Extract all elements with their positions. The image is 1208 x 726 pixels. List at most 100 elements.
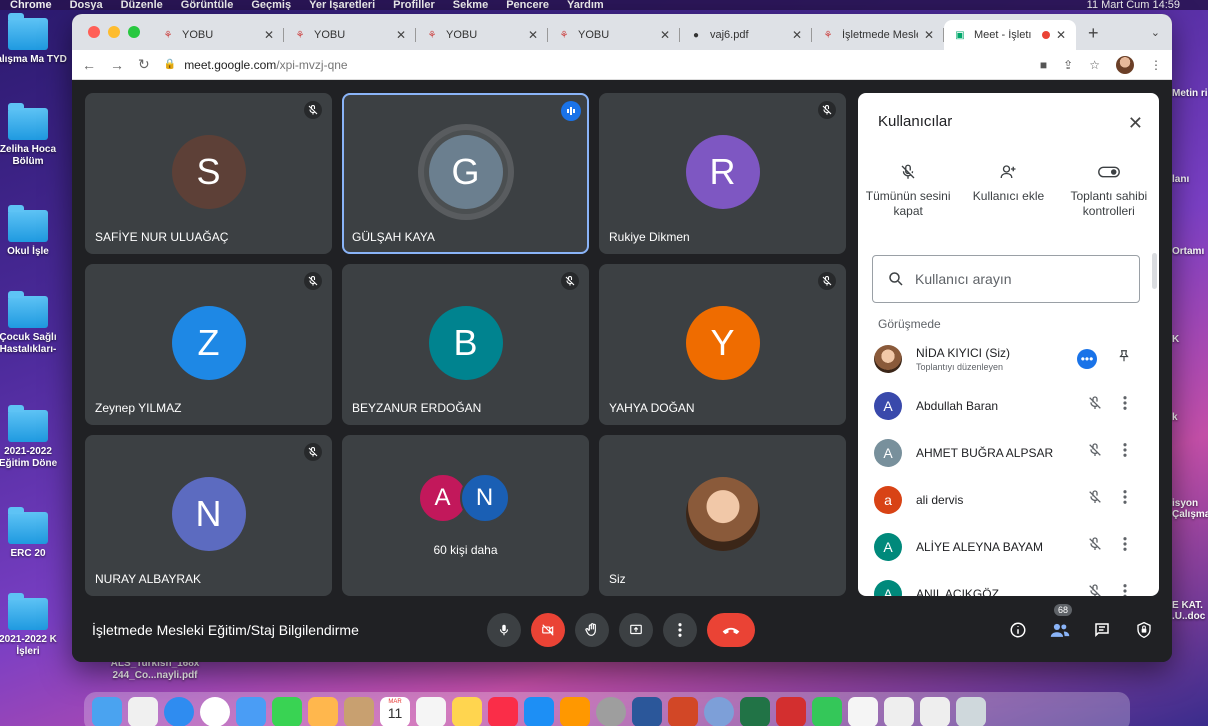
participant-list-item[interactable]: a ali dervis [858, 476, 1159, 523]
menubar-item[interactable]: Geçmiş [251, 0, 291, 10]
meeting-info-button[interactable] [1008, 620, 1028, 640]
forward-arrow-icon[interactable]: → [110, 57, 124, 73]
lock-icon[interactable]: 🔒 [164, 59, 176, 70]
participant-tile[interactable]: Z Zeynep YILMAZ [85, 264, 332, 425]
reload-icon[interactable]: ↻ [138, 56, 150, 73]
camera-indicator-icon[interactable]: ■ [1040, 58, 1047, 72]
close-tab-icon[interactable]: ✕ [660, 28, 670, 42]
menubar-item[interactable]: Yer İşaretleri [309, 0, 375, 10]
more-participants-tile[interactable]: A N 60 kişi daha [342, 435, 589, 596]
photos-icon[interactable] [308, 697, 338, 726]
participant-tile[interactable]: Y YAHYA DOĞAN [599, 264, 846, 425]
bookmark-star-icon[interactable]: ☆ [1089, 58, 1100, 72]
desktop-item-label[interactable]: k [1172, 412, 1208, 423]
desktop-item-label[interactable]: isyon Çalışma [1172, 498, 1208, 520]
leave-call-button[interactable] [707, 613, 755, 647]
pin-icon[interactable] [1117, 348, 1131, 369]
browser-tab[interactable]: ⚘ YOBU ✕ [416, 20, 548, 50]
desktop-folder[interactable]: 2021-2022 Eğitim Döne [0, 405, 68, 470]
back-arrow-icon[interactable]: ← [82, 57, 96, 73]
menubar-item[interactable]: Yardım [567, 0, 604, 10]
desktop-item-label[interactable]: E KAT. .U..doc [1172, 600, 1208, 622]
more-vert-icon[interactable] [1123, 584, 1127, 596]
mic-off-icon[interactable] [1087, 395, 1103, 416]
menubar-clock[interactable]: 11 Mart Cum 14:59 [1087, 0, 1180, 10]
panel-scrollbar[interactable] [1152, 253, 1157, 289]
word-icon[interactable] [632, 697, 662, 726]
close-tab-icon[interactable]: ✕ [924, 28, 934, 42]
messages-icon[interactable] [272, 697, 302, 726]
self-tile[interactable]: Siz [599, 435, 846, 596]
desktop-item-label[interactable]: K [1172, 334, 1208, 345]
participant-tile[interactable]: G GÜLŞAH KAYA [342, 93, 589, 254]
share-icon[interactable]: ⇪ [1063, 58, 1073, 72]
music-icon[interactable] [488, 697, 518, 726]
desktop-folder[interactable]: 2021-2022 K İşleri [0, 593, 68, 658]
desktop-folder[interactable]: Çocuk Sağlı Hastalıkları- [0, 291, 68, 356]
desktop-item-label[interactable]: Metin ri [1172, 88, 1208, 99]
menubar-item[interactable]: Chrome [10, 0, 52, 10]
safari-icon[interactable] [164, 697, 194, 726]
host-controls-button[interactable]: Toplantı sahibi kontrolleri [1059, 161, 1159, 219]
notes-icon[interactable] [452, 697, 482, 726]
more-vert-icon[interactable] [1123, 443, 1127, 462]
minimize-window-button[interactable] [108, 26, 120, 38]
chat-button[interactable] [1092, 620, 1112, 640]
mail-icon[interactable] [236, 697, 266, 726]
calendar-icon[interactable]: MAR 11 [380, 697, 410, 726]
desktop-folder[interactable]: Çalışma Ma TYD [0, 13, 68, 66]
camera-toggle-button[interactable] [531, 613, 565, 647]
browser-menu-icon[interactable]: ⋮ [1150, 58, 1162, 72]
more-horiz-icon[interactable]: ••• [1077, 348, 1097, 369]
desktop-folder[interactable]: ERC 20 [0, 507, 68, 560]
participant-list-item[interactable]: A AHMET BUĞRA ALPSAR [858, 429, 1159, 476]
desktop-item-label[interactable]: lanı [1172, 174, 1208, 185]
acrobat-icon[interactable] [776, 697, 806, 726]
close-window-button[interactable] [88, 26, 100, 38]
browser-tab[interactable]: ⚘ YOBU ✕ [284, 20, 416, 50]
browser-tab[interactable]: ⚘ YOBU ✕ [152, 20, 284, 50]
browser-tab[interactable]: ▣ Meet - İşletı ✕ [944, 20, 1076, 50]
close-tab-icon[interactable]: ✕ [396, 28, 406, 42]
browser-tab[interactable]: ⚘ İşletmede Mesle ✕ [812, 20, 944, 50]
close-tab-icon[interactable]: ✕ [1056, 28, 1066, 42]
menubar-item[interactable]: Düzenle [121, 0, 163, 10]
chrome-icon[interactable] [200, 697, 230, 726]
document-icon[interactable] [848, 697, 878, 726]
host-safety-button[interactable] [1134, 620, 1154, 640]
facetime-icon[interactable] [812, 697, 842, 726]
tab-search-chevron-icon[interactable]: ⌄ [1151, 26, 1160, 39]
settings-icon[interactable] [596, 697, 626, 726]
desktop-item-label[interactable]: Ortamı [1172, 246, 1208, 257]
close-tab-icon[interactable]: ✕ [792, 28, 802, 42]
participant-tile[interactable]: N NURAY ALBAYRAK [85, 435, 332, 596]
document2-icon[interactable] [884, 697, 914, 726]
participant-list-item[interactable]: A Abdullah Baran [858, 382, 1159, 429]
mic-button[interactable] [487, 613, 521, 647]
more-vert-icon[interactable] [1123, 537, 1127, 556]
powerpoint-icon[interactable] [668, 697, 698, 726]
participant-list-item[interactable]: A ALİYE ALEYNA BAYAM [858, 523, 1159, 570]
finder-icon[interactable] [92, 697, 122, 726]
participant-list-item[interactable]: A ANIL AÇIKGÖZ [858, 570, 1159, 596]
participant-tile[interactable]: B BEYZANUR ERDOĞAN [342, 264, 589, 425]
new-tab-button[interactable]: + [1076, 23, 1111, 50]
mic-off-icon[interactable] [1087, 536, 1103, 557]
mic-off-icon[interactable] [1087, 442, 1103, 463]
raise-hand-button[interactable] [575, 613, 609, 647]
more-vert-icon[interactable] [1123, 490, 1127, 509]
participant-list-item[interactable]: NİDA KIYICI (Siz) Toplantıyı düzenleyen ••… [858, 335, 1159, 382]
present-screen-button[interactable] [619, 613, 653, 647]
browser-tab[interactable]: ● vaj6.pdf ✕ [680, 20, 812, 50]
menubar-item[interactable]: Profiller [393, 0, 435, 10]
menubar-item[interactable]: Dosya [70, 0, 103, 10]
zoom-window-button[interactable] [128, 26, 140, 38]
search-field[interactable] [872, 255, 1140, 303]
people-button[interactable]: 68 [1050, 604, 1073, 640]
close-panel-icon[interactable]: ✕ [1128, 113, 1143, 134]
add-people-button[interactable]: Kullanıcı ekle [958, 161, 1058, 219]
appstore-icon[interactable] [524, 697, 554, 726]
excel-icon[interactable] [740, 697, 770, 726]
menubar-item[interactable]: Sekme [453, 0, 488, 10]
browser-tab[interactable]: ⚘ YOBU ✕ [548, 20, 680, 50]
